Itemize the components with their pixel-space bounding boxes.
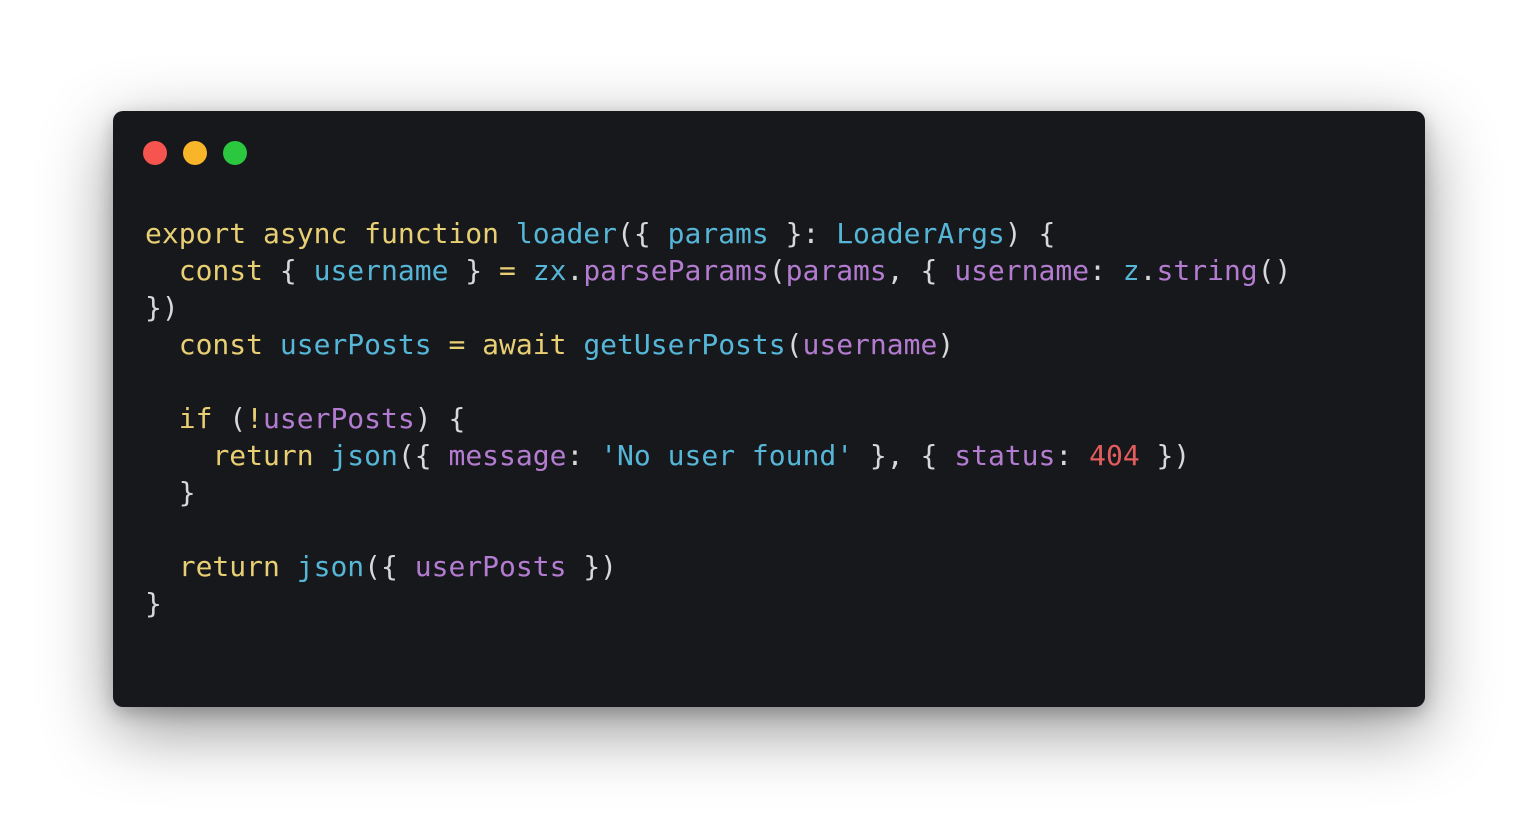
- code-token-keyword: export async function: [145, 217, 516, 250]
- code-token-variable: userPosts: [263, 402, 415, 435]
- code-block: export async function loader({ params }:…: [145, 215, 1291, 622]
- code-token-plain: }:: [768, 217, 837, 250]
- minimize-button[interactable]: [183, 141, 207, 165]
- code-line: }: [145, 474, 1291, 511]
- code-token-plain: (: [768, 254, 786, 287]
- code-window: export async function loader({ params }:…: [113, 111, 1425, 707]
- code-token-keyword: const: [178, 254, 264, 287]
- code-token-plain: (: [785, 328, 803, 361]
- code-token-function: LoaderArgs: [836, 217, 1005, 250]
- code-token-plain: ): [937, 328, 955, 361]
- code-line: }): [145, 289, 1291, 326]
- code-token-plain: .: [1139, 254, 1157, 287]
- code-token-plain: }: [448, 254, 500, 287]
- code-token-function: userPosts: [279, 328, 432, 361]
- code-token-variable: status: [954, 439, 1056, 472]
- code-token-plain: }): [145, 291, 179, 324]
- code-token-plain: }: [145, 476, 196, 509]
- code-token-variable: params: [785, 254, 887, 287]
- code-token-plain: .: [566, 254, 584, 287]
- code-token-function: loader: [515, 217, 618, 250]
- code-line: return json({ userPosts }): [145, 548, 1291, 585]
- code-token-function: getUserPosts: [583, 328, 786, 361]
- code-token-keyword: =: [499, 254, 516, 287]
- code-line: if (!userPosts) {: [145, 400, 1291, 437]
- code-token-plain: ({: [364, 550, 415, 583]
- code-line: export async function loader({ params }:…: [145, 215, 1291, 252]
- code-token-plain: {: [263, 254, 314, 287]
- code-token-plain: ) {: [1004, 217, 1056, 250]
- code-token-function: username: [313, 254, 449, 287]
- code-token-plain: :: [1089, 254, 1123, 287]
- code-token-variable: message: [448, 439, 567, 472]
- code-token-plain: (): [1257, 254, 1292, 287]
- code-token-function: json: [330, 439, 398, 472]
- code-token-function: zx: [532, 254, 567, 287]
- code-token-plain: }, {: [853, 439, 955, 472]
- code-token-variable: username: [954, 254, 1090, 287]
- code-token-plain: ({: [397, 439, 449, 472]
- code-token-string: 'No user found': [600, 439, 854, 472]
- code-token-keyword: return: [212, 439, 314, 472]
- code-token-keyword: if: [178, 402, 213, 435]
- code-token-plain: :: [1055, 439, 1090, 472]
- code-token-plain: ) {: [414, 402, 466, 435]
- code-token-variable: string: [1156, 254, 1258, 287]
- code-token-function: params: [667, 217, 769, 250]
- code-token-plain: (: [212, 402, 247, 435]
- code-token-keyword: return: [178, 550, 280, 583]
- code-token-plain: }): [1139, 439, 1191, 472]
- close-button[interactable]: [143, 141, 167, 165]
- code-line: const { username } = zx.parseParams(para…: [145, 252, 1292, 289]
- code-token-keyword: = await: [448, 328, 567, 361]
- code-token-keyword: !: [246, 402, 264, 435]
- code-token-plain: }): [566, 550, 618, 583]
- code-token-variable: userPosts: [414, 550, 567, 583]
- code-token-keyword: const: [178, 328, 264, 361]
- code-token-variable: parseParams: [583, 254, 769, 287]
- code-token-plain: }: [145, 587, 162, 620]
- code-token-variable: username: [802, 328, 938, 361]
- code-line: }: [145, 585, 1291, 622]
- code-token-number: 404: [1089, 439, 1140, 472]
- code-token-plain: :: [566, 439, 601, 472]
- code-token-function: z: [1122, 254, 1140, 287]
- code-token-plain: ({: [617, 217, 668, 250]
- code-line: return json({ message: 'No user found' }…: [145, 437, 1291, 474]
- zoom-button[interactable]: [223, 141, 247, 165]
- code-token-function: json: [296, 550, 365, 583]
- code-line: const userPosts = await getUserPosts(use…: [145, 326, 1291, 363]
- code-token-plain: , {: [886, 254, 955, 287]
